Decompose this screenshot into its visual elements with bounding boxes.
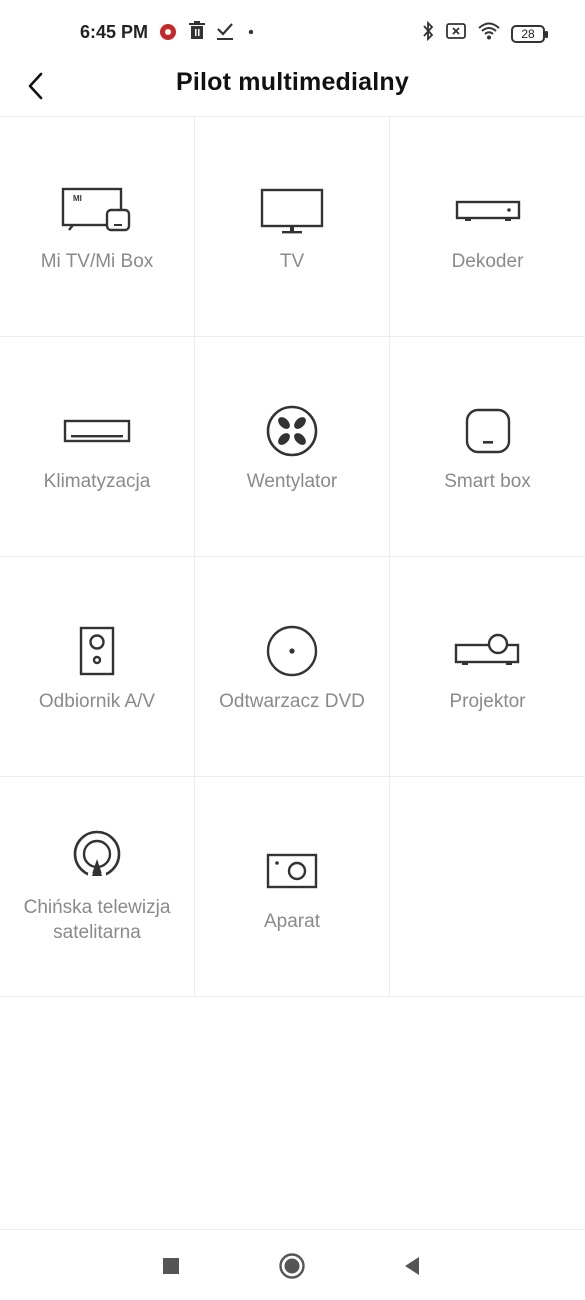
navigation-bar [0, 1229, 585, 1300]
device-label: Chińska telewizja satelitarna [23, 897, 171, 943]
page-title: Pilot multimedialny [176, 68, 409, 96]
device-smart-box[interactable]: Smart box [390, 337, 585, 557]
device-klimatyzacja[interactable]: Klimatyzacja [0, 337, 195, 557]
app-header: Pilot multimedialny [0, 64, 585, 116]
empty-cell [390, 777, 585, 997]
device-wentylator[interactable]: Wentylator [195, 337, 390, 557]
device-label: Smart box [444, 471, 531, 492]
status-left-icons [158, 21, 258, 46]
trash-icon [188, 21, 206, 46]
device-grid: MI Mi TV/Mi Box TV Dekoder Klimatyzacja … [0, 116, 585, 997]
back-triangle-icon [405, 1257, 419, 1275]
dvd-icon [265, 625, 319, 677]
dot-icon [244, 21, 258, 46]
device-chinska-telewizja[interactable]: Chińska telewizja satelitarna [0, 777, 195, 997]
status-bar: 6:45 PM 28 [0, 0, 585, 64]
back-nav-button[interactable] [396, 1250, 428, 1282]
device-aparat[interactable]: Aparat [195, 777, 390, 997]
smart-box-icon [463, 405, 513, 457]
recent-apps-button[interactable] [155, 1250, 187, 1282]
tv-icon [259, 185, 325, 237]
download-done-icon [216, 21, 234, 46]
no-sim-icon [445, 21, 467, 46]
device-label: Odbiornik A/V [38, 691, 156, 712]
device-label: Projektor [449, 691, 526, 712]
device-label: Odtwarzacz DVD [219, 691, 365, 712]
svg-text:MI: MI [73, 194, 82, 203]
mi-tv-box-icon: MI [61, 185, 133, 237]
home-button[interactable] [276, 1250, 308, 1282]
status-time: 6:45 PM [80, 22, 149, 42]
device-mi-tv-box[interactable]: MI Mi TV/Mi Box [0, 117, 195, 337]
device-odtwarzacz-dvd[interactable]: Odtwarzacz DVD [195, 557, 390, 777]
device-odbiornik-av[interactable]: Odbiornik A/V [0, 557, 195, 777]
app-notification-icon [158, 21, 178, 46]
bluetooth-icon [421, 20, 435, 46]
wifi-icon [477, 21, 501, 46]
projector-icon [454, 625, 522, 677]
recent-apps-icon [163, 1258, 179, 1274]
set-top-box-icon [455, 185, 521, 237]
device-label: TV [279, 251, 305, 272]
satellite-icon [70, 830, 124, 883]
device-label: Wentylator [246, 471, 338, 492]
speaker-icon [77, 625, 117, 677]
camera-icon [265, 845, 319, 897]
device-label: Mi TV/Mi Box [40, 251, 154, 272]
device-label: Aparat [264, 911, 320, 932]
device-label: Klimatyzacja [43, 471, 151, 492]
fan-icon [265, 405, 319, 457]
device-label: Dekoder [451, 251, 524, 272]
home-icon [279, 1253, 305, 1279]
device-tv[interactable]: TV [195, 117, 390, 337]
device-projektor[interactable]: Projektor [390, 557, 585, 777]
status-right-icons: 28 [421, 20, 548, 46]
battery-indicator: 28 [511, 24, 548, 43]
device-dekoder[interactable]: Dekoder [390, 117, 585, 337]
air-conditioner-icon [63, 405, 131, 457]
